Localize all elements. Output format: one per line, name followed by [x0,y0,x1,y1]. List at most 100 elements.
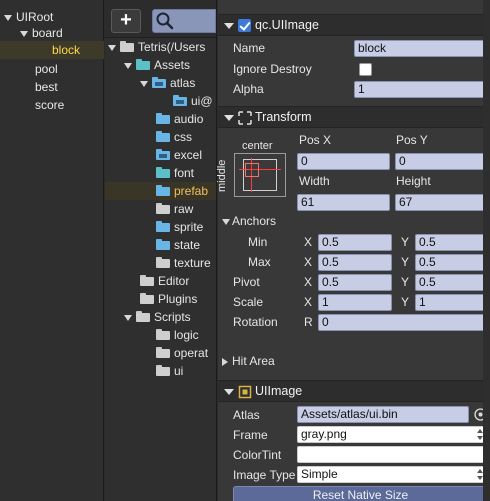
transform-header[interactable]: Transform [218,106,490,128]
width-label: Width [299,174,330,188]
project-item-sprite[interactable]: sprite [156,218,203,236]
min-x-field[interactable]: 0.5 [318,234,392,251]
tree-item-best[interactable]: best [35,78,58,96]
ignore-destroy-checkbox[interactable] [359,63,372,76]
project-item-texture[interactable]: texture [156,254,211,272]
project-item-assets[interactable]: Assets [124,56,190,74]
project-item-ui-scripts[interactable]: ui [156,362,183,380]
min-y-label: Y [401,235,410,249]
project-item-operat[interactable]: operat [156,344,208,362]
posy-label: Pos Y [396,133,428,147]
folder-icon [156,203,170,214]
anchor-center-label: center [242,140,273,152]
uiimage-title: UIImage [255,384,303,398]
expand-icon[interactable] [108,44,116,51]
project-item-label: audio [174,112,204,126]
project-item-excel[interactable]: excel [156,146,202,164]
reset-native-size-button[interactable]: Reset Native Size [233,486,488,501]
project-item-label: Scripts [154,310,191,324]
uiimage-header[interactable]: UIImage [218,380,490,402]
project-item-ui[interactable]: ui@ [173,92,213,110]
project-item-scripts[interactable]: Scripts [124,308,191,326]
scale-x-field[interactable]: 1 [318,294,392,311]
pivot-label: Pivot [233,275,260,289]
project-item-atlas[interactable]: atlas [140,74,195,92]
height-label: Height [396,174,431,188]
max-x-field[interactable]: 0.5 [318,254,392,271]
inspector-panel: qc.UIImage Name block Ignore Destroy Alp… [216,0,490,501]
pivot-x-field[interactable]: 0.5 [318,274,392,291]
component-header[interactable]: qc.UIImage [218,14,490,36]
project-item-label: prefab [174,184,209,198]
collapse-icon[interactable] [222,218,230,225]
tree-item-label: board [32,26,63,40]
project-item-prefab[interactable]: prefab [105,182,216,200]
component-title: qc.UIImage [255,18,319,32]
frame-select[interactable]: gray.png [297,426,489,443]
search-icon [156,12,174,30]
max-y-field[interactable]: 0.5 [415,254,488,271]
width-field[interactable]: 61 [297,194,390,211]
project-item-label: state [174,238,201,252]
project-item-font[interactable]: font [156,164,194,182]
tree-item-pool[interactable]: pool [35,60,58,78]
folder-icon [136,311,150,322]
rotation-r-label: R [304,315,313,329]
search-input[interactable] [152,9,216,33]
atlas-field[interactable]: Assets/atlas/ui.bin [297,406,469,423]
project-item-label: ui@ [191,94,213,108]
anchors-toggle[interactable]: Anchors [222,214,276,228]
expand-icon[interactable] [124,314,132,321]
alpha-field[interactable]: 1 [354,81,489,98]
tree-item-block[interactable]: block [0,41,104,59]
scale-y-label: Y [401,295,410,309]
project-item-label: Editor [158,274,190,288]
image-type-select[interactable]: Simple [297,466,489,483]
project-item-plugins[interactable]: Plugins [140,290,197,308]
project-item-logic[interactable]: logic [156,326,199,344]
project-item-label: font [174,166,195,180]
anchor-preset-button[interactable] [234,153,286,197]
project-item-label: Plugins [158,292,198,306]
add-button[interactable]: + [111,9,141,33]
tree-item-score[interactable]: score [35,96,64,114]
expand-icon[interactable] [222,357,228,366]
collapse-icon[interactable] [224,115,234,121]
colortint-label: ColorTint [233,448,282,462]
tree-item-label: score [35,98,65,112]
min-label: Min [248,235,268,249]
anchor-middle-label: middle [216,159,228,192]
project-item-label: Tetris(/Users [138,40,206,54]
expand-icon[interactable] [140,80,148,87]
project-item-css[interactable]: css [156,128,192,146]
hit-area-toggle[interactable]: Hit Area [222,354,275,368]
rotation-field[interactable]: 0 [318,314,488,331]
folder-icon [120,41,134,52]
project-item-root[interactable]: Tetris(/Users [108,38,205,56]
name-field[interactable]: block [354,40,489,57]
scale-y-field[interactable]: 1 [415,294,488,311]
project-item-label: excel [174,148,203,162]
expand-icon[interactable] [20,30,28,37]
project-item-editor[interactable]: Editor [140,272,189,290]
posy-field[interactable]: 0 [395,153,488,170]
height-field[interactable]: 67 [395,194,488,211]
min-y-field[interactable]: 0.5 [415,234,488,251]
tree-item-board[interactable]: board [20,24,63,42]
tree-item-label: best [35,80,58,94]
folder-icon [156,329,170,340]
expand-icon[interactable] [4,14,12,21]
project-item-audio[interactable]: audio [156,110,203,128]
project-item-state[interactable]: state [156,236,200,254]
project-item-label: texture [174,256,211,270]
max-y-label: Y [401,255,410,269]
collapse-icon[interactable] [224,23,234,29]
inspector-scrollbar[interactable] [483,0,490,501]
project-item-raw[interactable]: raw [156,200,193,218]
collapse-icon[interactable] [224,389,234,395]
colortint-swatch[interactable] [297,446,489,463]
pivot-y-field[interactable]: 0.5 [415,274,488,291]
posx-field[interactable]: 0 [297,153,390,170]
expand-icon[interactable] [124,62,132,69]
component-enabled-checkbox[interactable] [238,19,251,32]
